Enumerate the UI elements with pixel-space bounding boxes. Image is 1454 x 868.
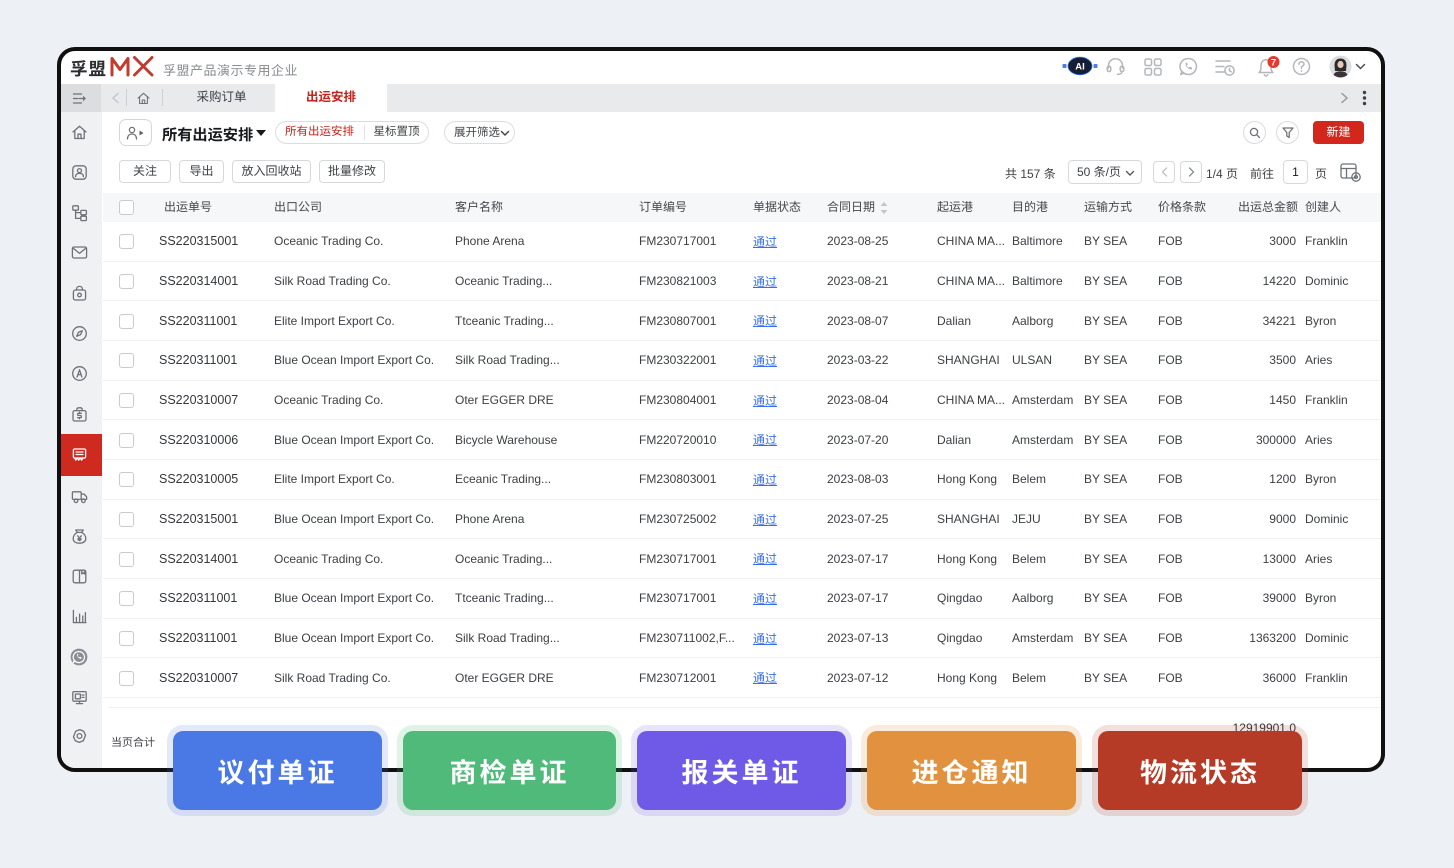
svg-text:7: 7 [1271, 57, 1276, 68]
svg-text:AI: AI [1075, 61, 1085, 72]
